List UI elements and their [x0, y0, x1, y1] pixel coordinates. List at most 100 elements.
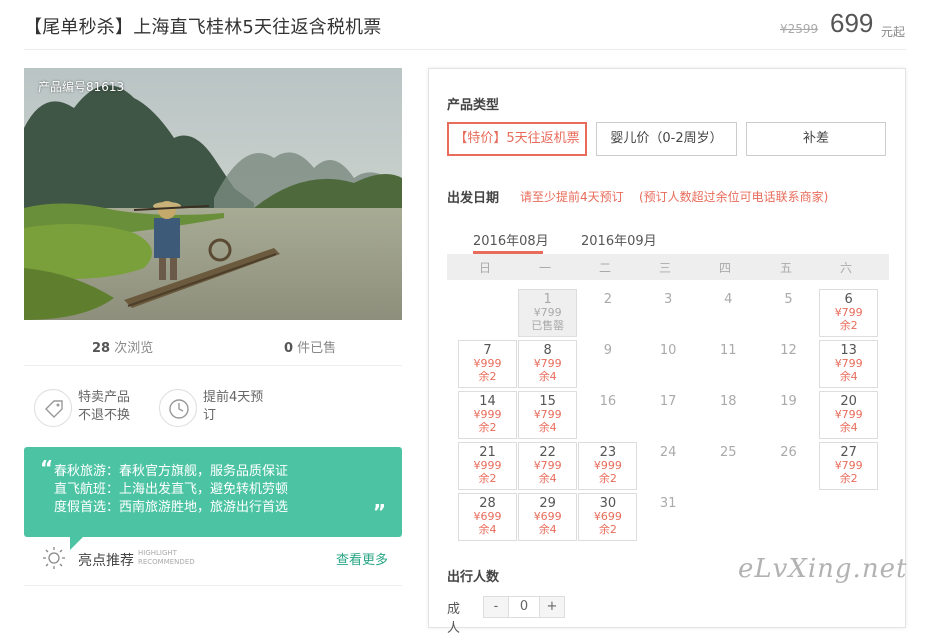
day-number: 11 — [720, 343, 737, 358]
plus-button[interactable]: + — [540, 597, 564, 617]
product-type-label: 产品类型 — [447, 98, 500, 113]
calendar-day: 18 — [699, 391, 758, 439]
weekday-header: 日 一 二 三 四 五 六 — [447, 254, 889, 280]
minus-button[interactable]: - — [484, 597, 508, 617]
feature-line1: 提前4天预 — [203, 390, 264, 405]
day-remaining: 余4 — [478, 523, 497, 536]
day-price: ¥799 — [834, 357, 863, 370]
day-price: ¥699 — [473, 510, 502, 523]
calendar-day[interactable]: 6 ¥799 余2 — [819, 289, 879, 337]
day-remaining: 余4 — [839, 421, 858, 434]
calendar-day[interactable]: 29 ¥699 余4 — [518, 493, 578, 541]
calendar-day: 12 — [759, 340, 818, 388]
highlight-en-line2: RECOMMENDED — [138, 558, 195, 566]
day-remaining: 已售罄 — [531, 319, 565, 332]
calendar-day[interactable]: 23 ¥999 余2 — [578, 442, 638, 490]
weekday-fri: 五 — [779, 261, 792, 275]
calendar-day[interactable]: 7 ¥999 余2 — [458, 340, 517, 388]
day-price: ¥799 — [533, 408, 562, 421]
day-number: 29 — [539, 496, 556, 511]
day-price: ¥699 — [593, 510, 622, 523]
day-number: 28 — [479, 496, 496, 511]
calendar-day[interactable]: 14 ¥999 余2 — [458, 391, 517, 439]
calendar-day: 25 — [699, 442, 758, 490]
calendar-day[interactable]: 28 ¥699 余4 — [458, 493, 517, 541]
day-number: 4 — [724, 292, 733, 307]
calendar-day[interactable]: 13 ¥799 余4 — [819, 340, 879, 388]
day-number: 2 — [603, 292, 613, 307]
booking-panel: 产品类型 【特价】5天往返机票 婴儿价（0-2周岁） 补差 出发日期 请至少提前… — [428, 68, 906, 636]
day-remaining: 余2 — [839, 319, 858, 332]
day-price: ¥799 — [834, 459, 863, 472]
day-price: ¥799 — [533, 459, 562, 472]
highlights-box: “ 春秋旅游：春秋官方旗舰，服务品质保证 直飞航班：上海出发直飞，避免转机劳顿 … — [24, 447, 402, 537]
calendar-day[interactable]: 21 ¥999 余2 — [458, 442, 517, 490]
day-number: 3 — [663, 292, 673, 307]
sale-price: 699 — [830, 8, 874, 38]
weekday-tue: 二 — [598, 261, 611, 275]
day-number: 1 — [543, 292, 552, 307]
type-infant-price[interactable]: 婴儿价（0-2周岁） — [596, 122, 737, 156]
day-price: ¥699 — [533, 510, 562, 523]
highlight-line: 度假首选：西南旅游胜地，旅游出行首选 — [54, 500, 289, 515]
calendar-day[interactable]: 22 ¥799 余4 — [518, 442, 578, 490]
product-header: 【尾单秒杀】上海直飞桂林5天往返含税机票 ¥2599 699 元起 — [24, 0, 906, 50]
contact-notice: (预订人数超过余位可电话联系商家) — [639, 190, 829, 204]
price-unit: 元起 — [881, 25, 906, 39]
highlight-recommend: 亮点推荐 HIGHLIGHT RECOMMENDED 查看更多 — [24, 540, 402, 586]
calendar-day[interactable]: 15 ¥799 余4 — [518, 391, 578, 439]
calendar-day: 16 — [578, 391, 637, 439]
day-price: ¥799 — [533, 306, 562, 319]
tab-month-aug[interactable]: 2016年08月 — [473, 230, 549, 249]
view-more-link[interactable]: 查看更多 — [336, 549, 388, 568]
product-number: 产品编号81613 — [38, 80, 125, 94]
stats-bar: 28 次浏览 0 件已售 — [24, 330, 402, 366]
calendar-day: 2 — [578, 289, 637, 337]
day-price: ¥799 — [533, 357, 562, 370]
highlight-english: HIGHLIGHT RECOMMENDED — [138, 549, 195, 567]
adult-count-input[interactable]: 0 — [508, 597, 540, 617]
views-count: 28 — [92, 341, 111, 356]
landscape-image — [24, 68, 402, 320]
highlight-line: 直飞航班：上海出发直飞，避免转机劳顿 — [54, 482, 289, 497]
tab-month-sep[interactable]: 2016年09月 — [581, 230, 657, 249]
weekday-wed: 三 — [658, 261, 671, 275]
day-number: 25 — [720, 445, 737, 460]
weekday-sat: 六 — [839, 261, 852, 275]
calendar-day: 31 — [639, 493, 698, 541]
day-price: ¥799 — [834, 408, 863, 421]
highlight-en-line1: HIGHLIGHT — [138, 549, 177, 557]
calendar-day[interactable]: 27 ¥799 余2 — [819, 442, 879, 490]
day-number: 23 — [599, 445, 617, 460]
calendar-day[interactable]: 8 ¥799 余4 — [518, 340, 578, 388]
highlight-title: 亮点推荐 — [78, 553, 134, 569]
day-number: 20 — [840, 394, 857, 409]
type-special-return-ticket[interactable]: 【特价】5天往返机票 — [447, 122, 587, 156]
calendar-day[interactable]: 30 ¥699 余2 — [578, 493, 638, 541]
watermark-text: eLvXing.net — [738, 554, 908, 584]
travelers-label: 出行人数 — [447, 570, 500, 585]
day-number: 8 — [543, 343, 552, 358]
feature-line2: 订 — [203, 408, 217, 423]
advance-notice: 请至少提前4天预订 — [520, 190, 624, 204]
calendar-day: 11 — [699, 340, 758, 388]
day-number: 26 — [780, 445, 797, 460]
day-price: ¥999 — [593, 459, 622, 472]
page-title: 【尾单秒杀】上海直飞桂林5天往返含税机票 — [24, 17, 382, 38]
clock-icon — [159, 389, 197, 427]
sold-count: 0 — [284, 341, 294, 356]
product-photo: 产品编号81613 — [24, 68, 402, 320]
calendar-day[interactable]: 20 ¥799 余4 — [819, 391, 879, 439]
day-price: ¥799 — [834, 306, 863, 319]
day-remaining: 余4 — [839, 370, 858, 383]
day-number: 9 — [603, 343, 613, 358]
sold-label: 件已售 — [293, 341, 337, 356]
day-number: 17 — [659, 394, 677, 409]
day-number: 13 — [840, 343, 857, 358]
day-number: 6 — [844, 292, 853, 307]
type-price-difference[interactable]: 补差 — [746, 122, 886, 156]
day-price: ¥999 — [473, 408, 502, 421]
calendar-day: 5 — [759, 289, 818, 337]
tag-icon — [34, 389, 72, 427]
day-number: 30 — [599, 496, 617, 511]
